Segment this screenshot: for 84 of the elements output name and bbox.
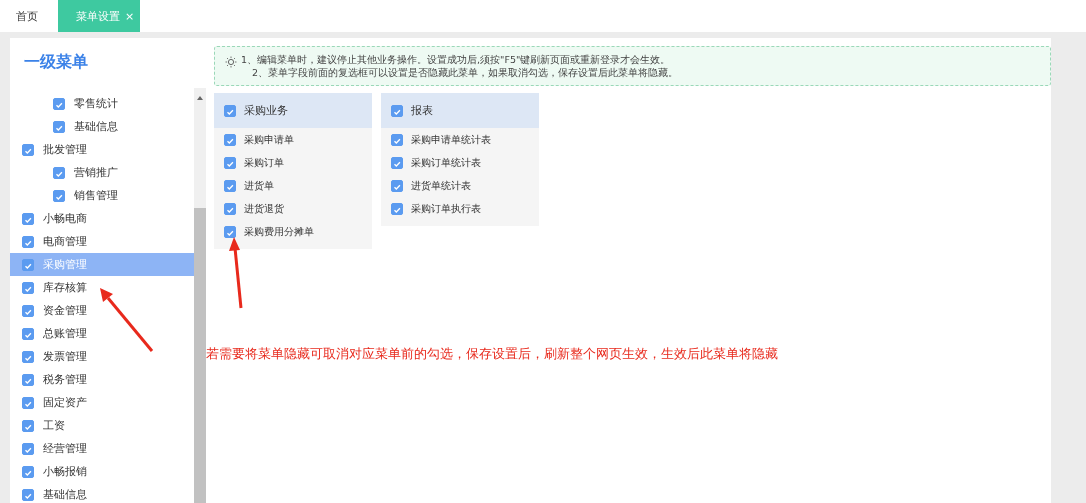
group-title: 采购业务 (244, 103, 288, 118)
checkbox[interactable] (22, 442, 34, 455)
item-label: 税务管理 (43, 372, 87, 387)
item-label: 发票管理 (43, 349, 87, 364)
menu-item-label: 进货退货 (244, 201, 284, 216)
item-label: 营销推广 (74, 165, 118, 180)
checkbox[interactable] (22, 212, 34, 225)
menu-item-label: 进货单统计表 (411, 178, 471, 193)
checkbox[interactable] (391, 133, 403, 146)
checkbox[interactable] (224, 156, 236, 169)
item-label: 小畅报销 (43, 464, 87, 479)
item-label: 销售管理 (74, 188, 118, 203)
tree-item[interactable]: 电商管理 (10, 230, 194, 253)
checkbox[interactable] (391, 104, 403, 117)
item-label: 采购管理 (43, 257, 87, 272)
notice-text: 1、编辑菜单时，建议停止其他业务操作。设置成功后,须按"F5"键刷新页面或重新登录才会生效。 (241, 53, 672, 66)
tree-item[interactable]: 经营管理 (10, 437, 194, 460)
group-header[interactable]: 采购业务 (214, 93, 372, 128)
checkbox[interactable] (224, 225, 236, 238)
menu-item-label: 采购订单执行表 (411, 201, 481, 216)
sidebar-title: 一级菜单 (23, 51, 89, 73)
tree-item[interactable]: 小畅报销 (10, 460, 194, 483)
checkbox[interactable] (22, 419, 34, 432)
item-label: 电商管理 (43, 234, 87, 249)
checkbox[interactable] (53, 97, 65, 110)
tree-item[interactable]: 基础信息 (10, 115, 194, 138)
item-label: 基础信息 (74, 119, 118, 134)
checkbox[interactable] (22, 350, 34, 363)
checkbox[interactable] (391, 202, 403, 215)
tree-item[interactable]: 库存核算 (10, 276, 194, 299)
menu-item-label: 采购申请单 (244, 132, 294, 147)
tree-item[interactable]: 总账管理 (10, 322, 194, 345)
tree-item[interactable]: 基础信息 (10, 483, 194, 503)
tree-item[interactable]: 营销推广 (10, 161, 194, 184)
checkbox[interactable] (391, 156, 403, 169)
checkbox[interactable] (22, 465, 34, 478)
checkbox[interactable] (53, 189, 65, 202)
group-header[interactable]: 报表 (381, 93, 539, 128)
item-label: 零售统计 (74, 96, 118, 111)
item-label: 基础信息 (43, 487, 87, 502)
notice-text: 2、菜单字段前面的复选框可以设置是否隐藏此菜单，如果取消勾选，保存设置后此菜单将隐藏。 (251, 66, 679, 79)
checkbox[interactable] (391, 179, 403, 192)
scrollbar-thumb[interactable] (194, 208, 206, 503)
menu-item-label: 采购申请单统计表 (411, 132, 491, 147)
menu-item-label: 采购订单统计表 (411, 155, 481, 170)
checkbox[interactable] (224, 104, 236, 117)
checkbox[interactable] (22, 258, 34, 271)
item-label: 资金管理 (43, 303, 87, 318)
checkbox[interactable] (224, 179, 236, 192)
checkbox[interactable] (53, 166, 65, 179)
checkbox[interactable] (22, 235, 34, 248)
item-label: 经营管理 (43, 441, 87, 456)
scrollbar[interactable] (194, 88, 206, 503)
checkbox[interactable] (22, 488, 34, 501)
checkbox[interactable] (224, 133, 236, 146)
tree-item[interactable]: 销售管理 (10, 184, 194, 207)
tab[interactable]: 首页 (4, 0, 50, 32)
item-label: 固定资产 (43, 395, 87, 410)
tree-item[interactable]: 固定资产 (10, 391, 194, 414)
checkbox[interactable] (224, 202, 236, 215)
tree-item[interactable]: 零售统计 (10, 92, 194, 115)
tree-item[interactable]: 税务管理 (10, 368, 194, 391)
annotation-text: 若需要将菜单隐藏可取消对应菜单前的勾选，保存设置后，刷新整个网页生效，生效后此菜单将隐藏 (206, 345, 778, 363)
checkbox[interactable] (22, 304, 34, 317)
tree-item[interactable]: 资金管理 (10, 299, 194, 322)
checkbox[interactable] (22, 281, 34, 294)
menu-item-label: 采购费用分摊单 (244, 224, 314, 239)
item-label: 库存核算 (43, 280, 87, 295)
group-title: 报表 (411, 103, 433, 118)
checkbox[interactable] (22, 143, 34, 156)
item-label: 批发管理 (43, 142, 87, 157)
item-label: 工资 (43, 418, 65, 433)
tree-item[interactable]: 发票管理 (10, 345, 194, 368)
tree-item[interactable]: 工资 (10, 414, 194, 437)
checkbox[interactable] (22, 373, 34, 386)
menu-item-label: 进货单 (244, 178, 274, 193)
checkbox[interactable] (22, 396, 34, 409)
checkbox[interactable] (22, 327, 34, 340)
item-label: 小畅电商 (43, 211, 87, 226)
item-label: 总账管理 (43, 326, 87, 341)
tree-item[interactable]: 批发管理 (10, 138, 194, 161)
tree-item[interactable]: 小畅电商 (10, 207, 194, 230)
menu-item-label: 采购订单 (244, 155, 284, 170)
checkbox[interactable] (53, 120, 65, 133)
